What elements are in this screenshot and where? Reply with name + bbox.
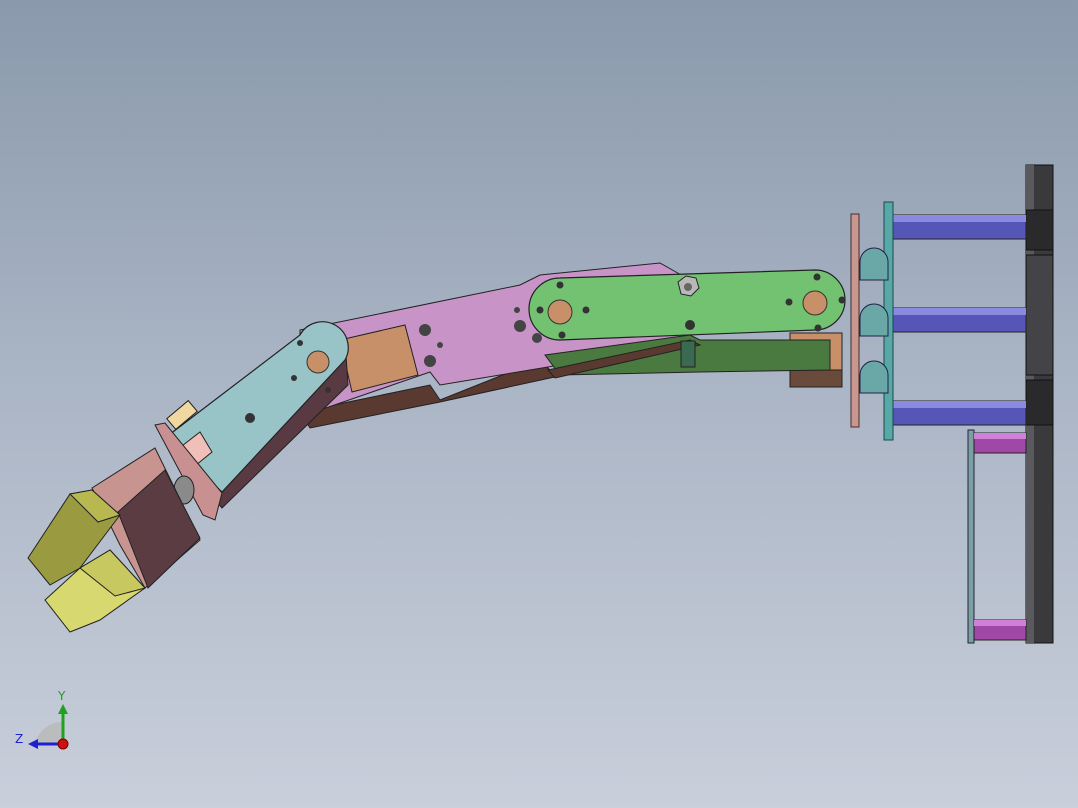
robot-arm-model[interactable]: Y Z bbox=[0, 0, 1078, 808]
z-axis-arrow bbox=[28, 739, 38, 749]
base-assembly[interactable] bbox=[850, 164, 1054, 644]
standoff-middle bbox=[889, 307, 1027, 333]
lower-bracket bbox=[967, 429, 975, 644]
upper-arm-link bbox=[528, 269, 846, 379]
axis-triad: Y Z bbox=[15, 689, 69, 750]
z-axis-label: Z bbox=[15, 732, 23, 746]
y-axis-arrow bbox=[58, 704, 68, 714]
y-axis-label: Y bbox=[57, 689, 66, 703]
bolt-heads bbox=[859, 247, 889, 394]
x-axis-dot bbox=[57, 738, 69, 750]
standoff-top bbox=[889, 214, 1027, 240]
cad-viewport[interactable]: Y Z bbox=[0, 0, 1078, 808]
standoff-bottom bbox=[889, 400, 1027, 426]
pink-plate bbox=[850, 213, 860, 428]
gripper-assembly bbox=[27, 447, 201, 633]
